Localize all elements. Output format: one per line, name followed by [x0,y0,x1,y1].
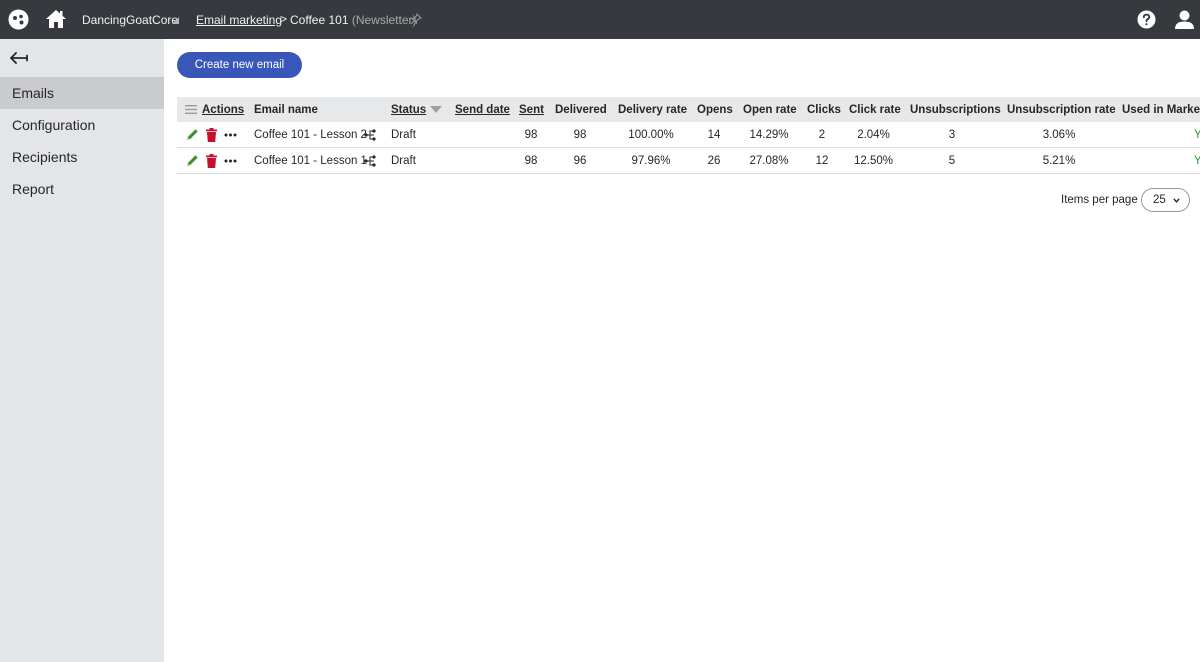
sidebar-item-configuration[interactable]: Configuration [0,109,164,141]
header-clicks: Clicks [807,103,841,116]
cell-unsubscription-rate: 3.06% [1042,128,1076,141]
cell-click-rate: 12.50% [853,154,893,167]
user-avatar-icon[interactable] [1174,9,1195,30]
cell-delivered: 96 [573,154,587,167]
breadcrumb-current: Coffee 101 (Newsletter) [290,13,417,27]
cell-unsubscription-rate: 5.21% [1042,154,1076,167]
cell-used-in-marketing: Y [1194,128,1200,141]
cell-unsubscriptions: 3 [948,128,956,141]
header-delivered: Delivered [555,103,607,116]
cell-delivery-rate: 97.96% [631,154,671,167]
items-per-page-select[interactable]: 25 [1141,188,1190,212]
cell-opens: 14 [707,128,721,141]
cell-used-in-marketing: Y [1194,154,1200,167]
breadcrumb-current-type: (Newsletter) [351,13,417,27]
site-selector-caret-icon[interactable] [172,17,179,24]
cell-opens: 26 [707,154,721,167]
header-actions[interactable]: Actions [202,97,244,122]
cell-send-date [455,122,511,147]
delete-trash-icon[interactable] [206,154,217,168]
sidebar: Emails Configuration Recipients Report [0,39,164,662]
emails-grid: Actions Email name Status Send date Sent… [177,97,1200,174]
top-bar: DancingGoatCore Email marketing > Coffee… [0,0,1200,39]
home-icon[interactable] [45,9,67,29]
header-unsubscription-rate: Unsubscription rate [1007,103,1116,116]
app-logo-icon[interactable] [8,9,29,30]
edit-pencil-icon[interactable] [186,128,199,141]
breadcrumb-separator: > [280,12,288,26]
cell-sent: 98 [524,128,538,141]
sidebar-item-recipients[interactable]: Recipients [0,141,164,173]
sidebar-item-emails[interactable]: Emails [0,77,164,109]
sort-descending-icon[interactable] [430,106,442,113]
create-new-email-button[interactable]: Create new email [177,52,302,78]
chevron-down-icon [1173,198,1180,203]
header-send-date[interactable]: Send date [455,97,510,122]
items-per-page-label: Items per page [1061,194,1138,206]
cell-email-name: Coffee 101 - Lesson 2 [254,128,367,141]
column-menu-icon[interactable] [185,105,197,114]
cell-delivered: 98 [573,128,587,141]
cell-open-rate: 27.08% [749,154,789,167]
table-row: Coffee 101 - Lesson 1 Draft 98 96 97.96%… [177,148,1200,174]
pin-icon[interactable] [410,13,422,25]
header-status[interactable]: Status [391,97,426,122]
header-email-name: Email name [254,103,318,116]
variants-tree-icon[interactable] [364,129,376,141]
delete-trash-icon[interactable] [206,128,217,142]
back-arrow-icon[interactable] [10,52,28,64]
site-name[interactable]: DancingGoatCore [82,13,178,27]
header-sent[interactable]: Sent [519,97,544,122]
cell-status: Draft [391,128,416,141]
cell-clicks: 2 [818,128,826,141]
header-used-in-marketing: Used in Marketing [1122,103,1200,116]
table-row: Coffee 101 - Lesson 2 Draft 98 98 100.00… [177,122,1200,148]
cell-delivery-rate: 100.00% [628,128,674,141]
grid-header: Actions Email name Status Send date Sent… [177,97,1200,122]
help-icon[interactable] [1137,10,1156,29]
breadcrumb-email-marketing[interactable]: Email marketing [196,13,282,27]
cell-unsubscriptions: 5 [948,154,956,167]
cell-click-rate: 2.04% [857,128,890,141]
cell-open-rate: 14.29% [749,128,789,141]
header-opens: Opens [697,103,733,116]
cell-send-date [455,148,511,173]
cell-status: Draft [391,154,416,167]
sidebar-item-report[interactable]: Report [0,173,164,205]
header-open-rate: Open rate [743,103,797,116]
header-click-rate: Click rate [849,103,901,116]
cell-email-name: Coffee 101 - Lesson 1 [254,154,367,167]
more-actions-icon[interactable] [224,133,237,137]
cell-clicks: 12 [815,154,829,167]
cell-sent: 98 [524,154,538,167]
variants-tree-icon[interactable] [364,155,376,167]
header-delivery-rate: Delivery rate [618,103,688,116]
more-actions-icon[interactable] [224,159,237,163]
breadcrumb-current-title: Coffee 101 [290,13,349,27]
edit-pencil-icon[interactable] [186,154,199,167]
items-per-page-value: 25 [1153,194,1166,206]
header-unsubscriptions: Unsubscriptions [910,103,1001,116]
